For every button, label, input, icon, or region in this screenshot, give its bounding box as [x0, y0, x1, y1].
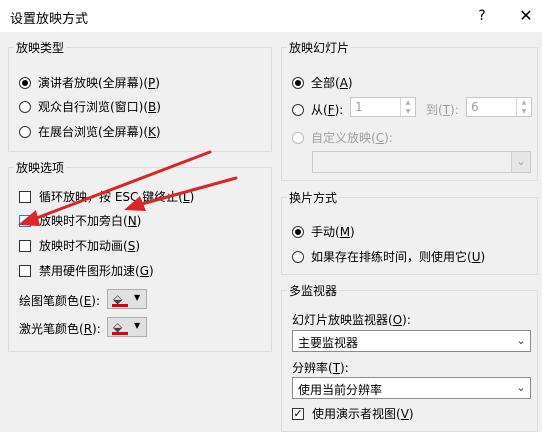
resolution-value: 使用当前分辨率 — [298, 383, 383, 397]
chevron-down-icon[interactable]: ⌄ — [512, 378, 530, 398]
checkbox[interactable] — [19, 190, 31, 203]
radio-audience-window[interactable]: 观众自行浏览(窗口)(B) — [19, 98, 161, 115]
checkbox-label: 使用演示者视图(V) — [312, 407, 414, 421]
radio-label: 如果存在排练时间，则使用它(U) — [311, 250, 486, 264]
radio-manual[interactable]: 手动(M) — [292, 223, 355, 240]
monitor-select[interactable]: 主要监视器 ⌄ — [292, 330, 531, 352]
radio-label: 观众自行浏览(窗口)(B) — [38, 100, 161, 114]
monitor-label: 幻灯片放映监视器(O): — [292, 312, 411, 328]
radio-button[interactable] — [292, 131, 304, 144]
chevron-down-icon[interactable]: ⌄ — [512, 331, 530, 351]
from-slide-spinner[interactable]: 1 ▲ ▼ — [350, 97, 416, 117]
help-icon[interactable]: ? — [470, 4, 494, 28]
radio-label: 自定义放映(C): — [311, 131, 393, 145]
spinner-arrows-icon[interactable]: ▲ ▼ — [400, 98, 415, 116]
check-loop-until-esc[interactable]: 循环放映，按 ESC 键终止(L) — [19, 188, 194, 205]
radio-button[interactable] — [19, 76, 31, 89]
spinner-arrows-icon[interactable]: ▲ ▼ — [516, 98, 531, 116]
radio-presenter-fullscreen[interactable]: 演讲者放映(全屏幕)(P) — [19, 74, 160, 91]
monitors-group-label: 多监视器 — [287, 282, 340, 299]
radio-use-timings[interactable]: 如果存在排练时间，则使用它(U) — [292, 248, 485, 265]
check-no-narration[interactable]: 放映时不加旁白(N) — [19, 212, 141, 229]
show-type-group-label: 放映类型 — [14, 39, 67, 56]
check-no-animation[interactable]: 放映时不加动画(S) — [19, 237, 140, 254]
radio-button[interactable] — [292, 103, 304, 116]
radio-all-slides[interactable]: 全部(A) — [292, 74, 353, 91]
laser-color-label: 激光笔颜色(R): — [19, 321, 101, 337]
checkbox[interactable]: ✓ — [292, 407, 304, 420]
radio-button[interactable] — [19, 100, 31, 113]
laser-color-swatch — [112, 332, 128, 335]
radio-label: 在展台浏览(全屏幕)(K) — [38, 125, 161, 139]
radio-kiosk-fullscreen[interactable]: 在展台浏览(全屏幕)(K) — [19, 123, 161, 140]
resolution-select[interactable]: 使用当前分辨率 ⌄ — [292, 377, 531, 399]
chevron-down-icon: ▼ — [134, 293, 141, 302]
checkbox[interactable] — [19, 214, 31, 227]
check-disable-hw-accel[interactable]: 禁用硬件图形加速(G) — [19, 262, 154, 279]
checkbox[interactable] — [19, 239, 31, 252]
resolution-label: 分辨率(T): — [292, 360, 349, 376]
radio-label: 全部(A) — [311, 76, 353, 90]
to-slide-label: 到(T): — [426, 102, 459, 118]
to-slide-spinner[interactable]: 6 ▲ ▼ — [466, 97, 532, 117]
radio-custom-show[interactable]: 自定义放映(C): — [292, 129, 393, 146]
chevron-down-icon: ▼ — [134, 321, 141, 330]
radio-button[interactable] — [292, 225, 304, 238]
checkbox-label: 循环放映，按 ESC 键终止(L) — [39, 190, 195, 204]
custom-show-select[interactable]: ⌄ — [312, 151, 531, 173]
radio-button[interactable] — [292, 250, 304, 263]
show-options-group-label: 放映选项 — [14, 159, 67, 176]
chevron-down-icon[interactable]: ⌄ — [511, 152, 530, 172]
radio-label: 演讲者放映(全屏幕)(P) — [38, 76, 160, 90]
pen-color-label: 绘图笔颜色(E): — [19, 293, 101, 309]
check-presenter-view[interactable]: ✓ 使用演示者视图(V) — [292, 405, 414, 422]
advance-group-label: 换片方式 — [287, 189, 340, 206]
from-slide-value: 1 — [355, 100, 363, 114]
radio-button[interactable] — [292, 76, 304, 89]
checkbox-label: 禁用硬件图形加速(G) — [39, 264, 154, 278]
slides-group-label: 放映幻灯片 — [287, 39, 352, 56]
radio-label: 手动(M) — [311, 225, 355, 239]
close-icon[interactable]: ✕ — [514, 4, 538, 28]
radio-button[interactable] — [19, 125, 31, 138]
title-bar: 设置放映方式 ? ✕ — [0, 0, 542, 32]
to-slide-value: 6 — [471, 100, 479, 114]
checkbox-label: 放映时不加动画(S) — [39, 239, 140, 253]
pen-color-swatch — [112, 304, 128, 307]
laser-color-button[interactable]: ⬙ ▼ — [107, 317, 147, 337]
dialog-title: 设置放映方式 — [10, 12, 89, 27]
monitor-value: 主要监视器 — [298, 336, 359, 350]
radio-label: 从(F): — [311, 103, 344, 117]
checkbox[interactable] — [19, 264, 31, 277]
radio-from-slide[interactable]: 从(F): — [292, 101, 343, 118]
pen-color-button[interactable]: ⬙ ▼ — [107, 289, 147, 309]
checkbox-label: 放映时不加旁白(N) — [39, 214, 142, 228]
